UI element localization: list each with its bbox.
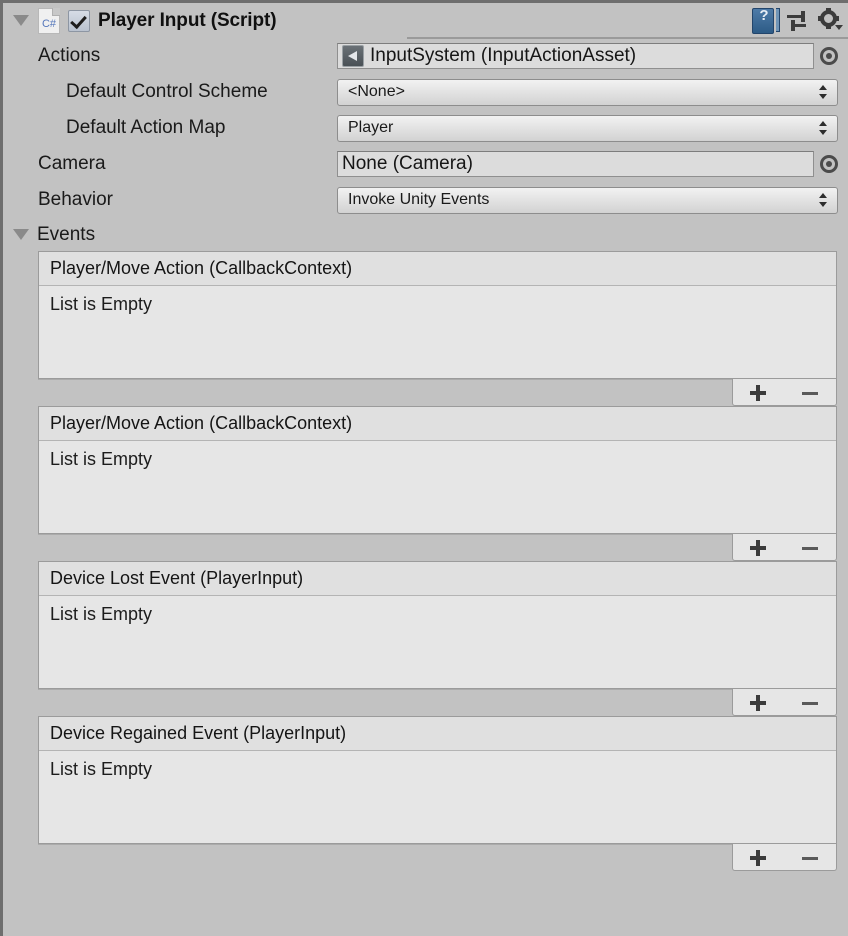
event-list-header-label: Device Regained Event (PlayerInput): [50, 723, 347, 743]
event-list-header-label: Device Lost Event (PlayerInput): [50, 568, 304, 588]
csharp-script-icon: C#: [38, 7, 60, 34]
row-default-action-map: Default Action Map Player: [3, 110, 848, 146]
events-label: Events: [37, 223, 96, 245]
camera-value: None (Camera): [342, 153, 473, 174]
default-action-map-field-area: Player: [337, 114, 838, 142]
behavior-dropdown[interactable]: Invoke Unity Events: [337, 186, 838, 214]
gear-icon[interactable]: [818, 8, 843, 32]
inspector-panel: C# Player Input (Script) Actions InputSy…: [0, 0, 848, 936]
event-list-body[interactable]: List is Empty: [39, 596, 836, 688]
event-list-body[interactable]: List is Empty: [39, 441, 836, 533]
event-list: Device Lost Event (PlayerInput) List is …: [38, 561, 837, 689]
chevron-updown-icon: [819, 84, 828, 100]
component-foldout-icon[interactable]: [13, 15, 29, 26]
event-list-block: Device Regained Event (PlayerInput) List…: [38, 716, 837, 871]
add-listener-button[interactable]: [746, 691, 772, 713]
camera-label: Camera: [38, 153, 106, 174]
row-actions: Actions InputSystem (InputActionAsset): [3, 38, 848, 74]
default-control-scheme-value: <None>: [348, 83, 405, 100]
event-list-footer: [732, 534, 837, 561]
camera-field-area: None (Camera): [337, 151, 838, 177]
actions-label: Actions: [38, 45, 101, 66]
default-action-map-dropdown[interactable]: Player: [337, 114, 838, 142]
camera-object-field[interactable]: None (Camera): [337, 151, 814, 177]
event-list-footer: [732, 689, 837, 716]
remove-listener-button[interactable]: [797, 846, 823, 868]
event-list-block: Player/Move Action (CallbackContext) Lis…: [38, 251, 837, 406]
row-behavior: Behavior Invoke Unity Events: [3, 182, 848, 218]
event-list-header-label: Player/Move Action (CallbackContext): [50, 413, 353, 433]
preset-icon[interactable]: [786, 9, 808, 31]
chevron-updown-icon: [819, 192, 828, 208]
event-list-header: Device Lost Event (PlayerInput): [39, 562, 836, 596]
actions-field-area: InputSystem (InputActionAsset): [337, 43, 838, 69]
event-list-header-label: Player/Move Action (CallbackContext): [50, 258, 353, 278]
event-list: Player/Move Action (CallbackContext) Lis…: [38, 406, 837, 534]
actions-value: InputSystem (InputActionAsset): [370, 45, 637, 66]
event-list-empty-text: List is Empty: [50, 759, 153, 779]
event-list: Player/Move Action (CallbackContext) Lis…: [38, 251, 837, 379]
behavior-field-area: Invoke Unity Events: [337, 186, 838, 214]
event-list-footer: [732, 844, 837, 871]
add-listener-button[interactable]: [746, 846, 772, 868]
header-icon-group: [752, 8, 843, 34]
behavior-label: Behavior: [38, 189, 113, 210]
event-list-body[interactable]: List is Empty: [39, 286, 836, 378]
component-enabled-checkbox[interactable]: [68, 9, 90, 32]
actions-object-picker-icon[interactable]: [820, 47, 838, 65]
behavior-value: Invoke Unity Events: [348, 191, 490, 208]
event-list-empty-text: List is Empty: [50, 604, 153, 624]
camera-object-picker-icon[interactable]: [820, 155, 838, 173]
default-control-scheme-label: Default Control Scheme: [66, 81, 268, 102]
event-list: Device Regained Event (PlayerInput) List…: [38, 716, 837, 844]
row-default-control-scheme: Default Control Scheme <None>: [3, 74, 848, 110]
default-control-scheme-dropdown[interactable]: <None>: [337, 78, 838, 106]
add-listener-button[interactable]: [746, 381, 772, 403]
remove-listener-button[interactable]: [797, 691, 823, 713]
event-list-body[interactable]: List is Empty: [39, 751, 836, 843]
events-foldout-icon[interactable]: [13, 229, 29, 240]
component-header[interactable]: C# Player Input (Script): [3, 3, 848, 39]
event-list-block: Device Lost Event (PlayerInput) List is …: [38, 561, 837, 716]
chevron-updown-icon: [819, 120, 828, 136]
event-list-block: Player/Move Action (CallbackContext) Lis…: [38, 406, 837, 561]
event-list-footer: [732, 379, 837, 406]
event-list-header: Player/Move Action (CallbackContext): [39, 252, 836, 286]
default-action-map-value: Player: [348, 119, 394, 136]
component-title: Player Input (Script): [98, 9, 277, 31]
row-camera: Camera None (Camera): [3, 146, 848, 182]
help-icon[interactable]: [752, 8, 776, 34]
default-control-scheme-field-area: <None>: [337, 78, 838, 106]
event-list-empty-text: List is Empty: [50, 449, 153, 469]
remove-listener-button[interactable]: [797, 381, 823, 403]
actions-object-field[interactable]: InputSystem (InputActionAsset): [337, 43, 814, 69]
unity-asset-icon: [342, 45, 364, 67]
event-list-header: Player/Move Action (CallbackContext): [39, 407, 836, 441]
events-foldout-header[interactable]: Events: [3, 218, 848, 251]
remove-listener-button[interactable]: [797, 536, 823, 558]
default-action-map-label: Default Action Map: [66, 117, 226, 138]
event-list-header: Device Regained Event (PlayerInput): [39, 717, 836, 751]
add-listener-button[interactable]: [746, 536, 772, 558]
event-list-empty-text: List is Empty: [50, 294, 153, 314]
